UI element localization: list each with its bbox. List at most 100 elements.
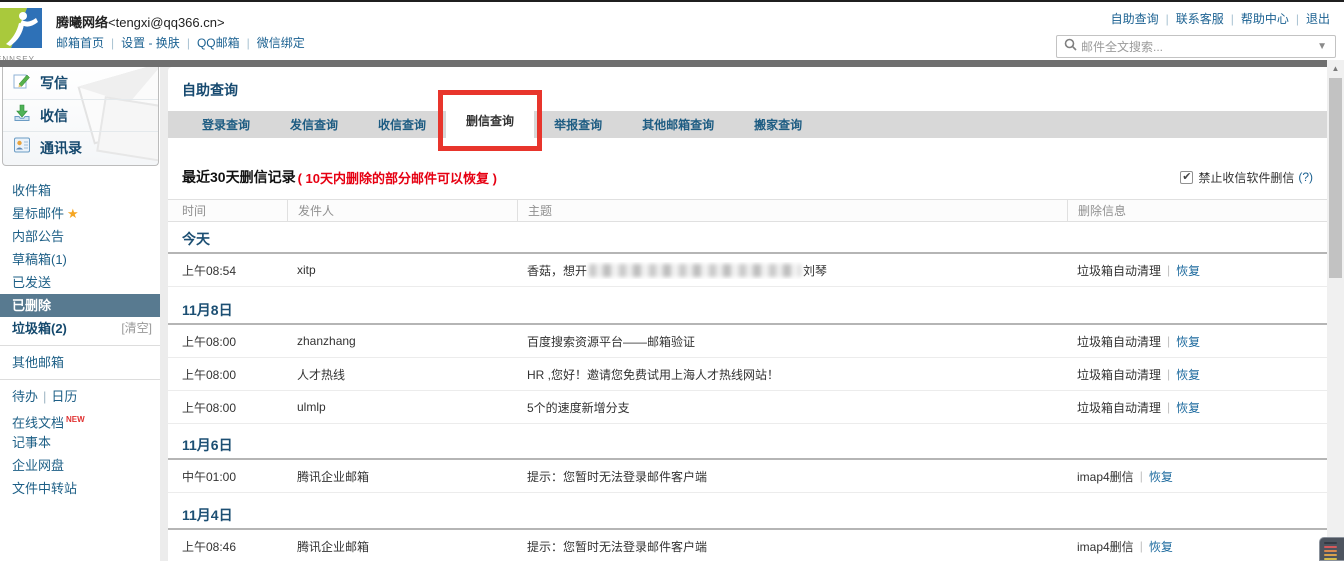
tab-other-mailbox-query[interactable]: 其他邮箱查询 (622, 111, 734, 138)
folder-starred[interactable]: 星标邮件★ (0, 202, 160, 225)
contacts-button[interactable]: 通讯录 (3, 131, 158, 163)
nav-link-wechat-bind[interactable]: 微信绑定 (257, 36, 305, 50)
tab-login-query[interactable]: 登录查询 (182, 111, 270, 138)
restore-link[interactable]: 恢复 (1176, 333, 1200, 350)
separator (1159, 12, 1176, 26)
tab-report-query[interactable]: 举报查询 (534, 111, 622, 138)
row-delete-info: 垃圾箱自动清理|恢复 (1067, 366, 1327, 383)
row-time: 上午08:00 (168, 333, 287, 350)
sidebar: 写信 收信 通讯录 收件箱 星标邮件★ 内部公告 草稿箱(1) 已发送 已删除 … (0, 67, 160, 561)
scrollbar-thumb[interactable] (1329, 78, 1342, 278)
mail-search-box[interactable]: ▼ (1056, 35, 1336, 58)
empty-junk-link[interactable]: [清空] (121, 317, 152, 340)
restore-link[interactable]: 恢复 (1176, 262, 1200, 279)
row-delete-info: 垃圾箱自动清理|恢复 (1067, 262, 1327, 279)
separator: | (1140, 539, 1143, 553)
scrollbar-up-arrow-icon[interactable]: ▲ (1327, 60, 1344, 77)
contacts-label: 通讯录 (40, 138, 82, 158)
separator: | (1167, 334, 1170, 348)
separator (180, 36, 197, 50)
contacts-icon (13, 136, 31, 159)
vertical-scrollbar[interactable]: ▲ (1327, 60, 1344, 561)
compose-button[interactable]: 写信 (3, 67, 158, 99)
compose-icon (13, 72, 31, 95)
folder-inbox[interactable]: 收件箱 (0, 179, 160, 202)
tab-sent-query[interactable]: 发信查询 (270, 111, 358, 138)
row-time: 上午08:54 (168, 262, 287, 279)
table-row: 上午08:54 xitp 香菇，想开刘琴 垃圾箱自动清理|恢复 (168, 254, 1327, 287)
link-self-query[interactable]: 自助查询 (1111, 12, 1159, 26)
star-icon: ★ (67, 206, 79, 221)
account-name: 腾曦网络 (56, 15, 108, 30)
nav-link-mail-home[interactable]: 邮箱首页 (56, 36, 104, 50)
link-help-center[interactable]: 帮助中心 (1241, 12, 1289, 26)
column-delete-info: 删除信息 (1067, 200, 1327, 221)
restore-link[interactable]: 恢复 (1149, 468, 1173, 485)
todo-link[interactable]: 待办 (12, 389, 38, 404)
separator: | (43, 389, 46, 404)
restore-link[interactable]: 恢复 (1176, 366, 1200, 383)
file-transfer-link[interactable]: 文件中转站 (0, 477, 160, 500)
row-subject: HR ,您好！邀请您免费试用上海人才热线网站！ (517, 366, 1067, 383)
link-logout[interactable]: 退出 (1306, 12, 1330, 26)
table-row: 上午08:00 ulmlp 5个的速度新增分支 垃圾箱自动清理|恢复 (168, 391, 1327, 424)
row-time: 上午08:00 (168, 399, 287, 416)
folder-drafts[interactable]: 草稿箱(1) (0, 248, 160, 271)
column-subject: 主题 (517, 200, 1067, 221)
folder-other-mailbox[interactable]: 其他邮箱 (0, 351, 160, 374)
link-contact-support[interactable]: 联系客服 (1176, 12, 1224, 26)
date-group-header: 今天 (168, 226, 1327, 254)
floating-extension-widget[interactable] (1319, 537, 1344, 561)
divider (0, 345, 160, 346)
row-delete-info: imap4删信|恢复 (1067, 538, 1327, 555)
table-row: 上午08:00 人才热线 HR ,您好！邀请您免费试用上海人才热线网站！ 垃圾箱… (168, 358, 1327, 391)
row-time: 上午08:46 (168, 538, 287, 555)
folder-announcement[interactable]: 内部公告 (0, 225, 160, 248)
restore-link[interactable]: 恢复 (1176, 399, 1200, 416)
tab-received-query[interactable]: 收信查询 (358, 111, 446, 138)
row-subject: 提示：您暂时无法登录邮件客户端 (517, 538, 1067, 555)
censored-region (589, 264, 801, 277)
row-subject: 香菇，想开刘琴 (517, 262, 1067, 279)
column-time: 时间 (168, 200, 287, 221)
table-header: 时间 发件人 主题 删除信息 (168, 199, 1327, 222)
block-client-delete-checkbox[interactable]: ✔ (1180, 171, 1193, 184)
checkbox-label: 禁止收信软件删信 (1198, 169, 1294, 186)
date-group-header: 11月4日 (168, 502, 1327, 530)
calendar-link[interactable]: 日历 (51, 389, 77, 404)
row-sender: zhanzhang (287, 334, 517, 348)
search-dropdown-caret-icon[interactable]: ▼ (1317, 41, 1327, 52)
folder-deleted[interactable]: 已删除 (0, 294, 160, 317)
row-sender: 人才热线 (287, 366, 517, 383)
table-row: 上午08:00 zhanzhang 百度搜索资源平台——邮箱验证 垃圾箱自动清理… (168, 325, 1327, 358)
search-input[interactable] (1081, 40, 1317, 54)
todo-calendar-links: 待办 | 日历 (0, 385, 160, 408)
separator (104, 36, 121, 50)
separator: | (1167, 400, 1170, 414)
online-docs-link[interactable]: 在线文档NEW (0, 408, 160, 431)
tab-deleted-query[interactable]: 删信查询 (446, 103, 534, 138)
row-sender: 腾讯企业邮箱 (287, 538, 517, 555)
nav-link-qqmail[interactable]: QQ邮箱 (197, 36, 240, 50)
block-client-delete-option: ✔ 禁止收信软件删信 (?) (1180, 169, 1313, 186)
tab-migration-query[interactable]: 搬家查询 (734, 111, 822, 138)
nav-link-settings-skin[interactable]: 设置 - 换肤 (121, 36, 180, 50)
notebook-link[interactable]: 记事本 (0, 431, 160, 454)
page-title: 自助查询 (168, 67, 1327, 111)
row-time: 中午01:00 (168, 468, 287, 485)
section-note: ( 10天内删除的部分邮件可以恢复 ) (298, 168, 497, 187)
separator (1289, 12, 1306, 26)
section-header: 最近30天删信记录 ( 10天内删除的部分邮件可以恢复 ) ✔ 禁止收信软件删信… (168, 162, 1327, 192)
table-row: 中午01:00 腾讯企业邮箱 提示：您暂时无法登录邮件客户端 imap4删信|恢… (168, 460, 1327, 493)
row-delete-info: 垃圾箱自动清理|恢复 (1067, 333, 1327, 350)
restore-link[interactable]: 恢复 (1149, 538, 1173, 555)
help-link[interactable]: (?) (1298, 170, 1313, 184)
folder-junk[interactable]: 垃圾箱(2)[清空] (0, 317, 160, 340)
header: ENNSEY 腾曦网络<tengxi@qq366.cn> 邮箱首页设置 - 换肤… (0, 2, 1344, 60)
query-tabbar: 登录查询 发信查询 收信查询 删信查询 举报查询 其他邮箱查询 搬家查询 (168, 111, 1327, 138)
main-panel: 自助查询 登录查询 发信查询 收信查询 删信查询 举报查询 其他邮箱查询 搬家查… (168, 67, 1327, 561)
enterprise-netdisk-link[interactable]: 企业网盘 (0, 454, 160, 477)
new-badge: NEW (66, 415, 85, 424)
receive-mail-button[interactable]: 收信 (3, 99, 158, 131)
folder-sent[interactable]: 已发送 (0, 271, 160, 294)
